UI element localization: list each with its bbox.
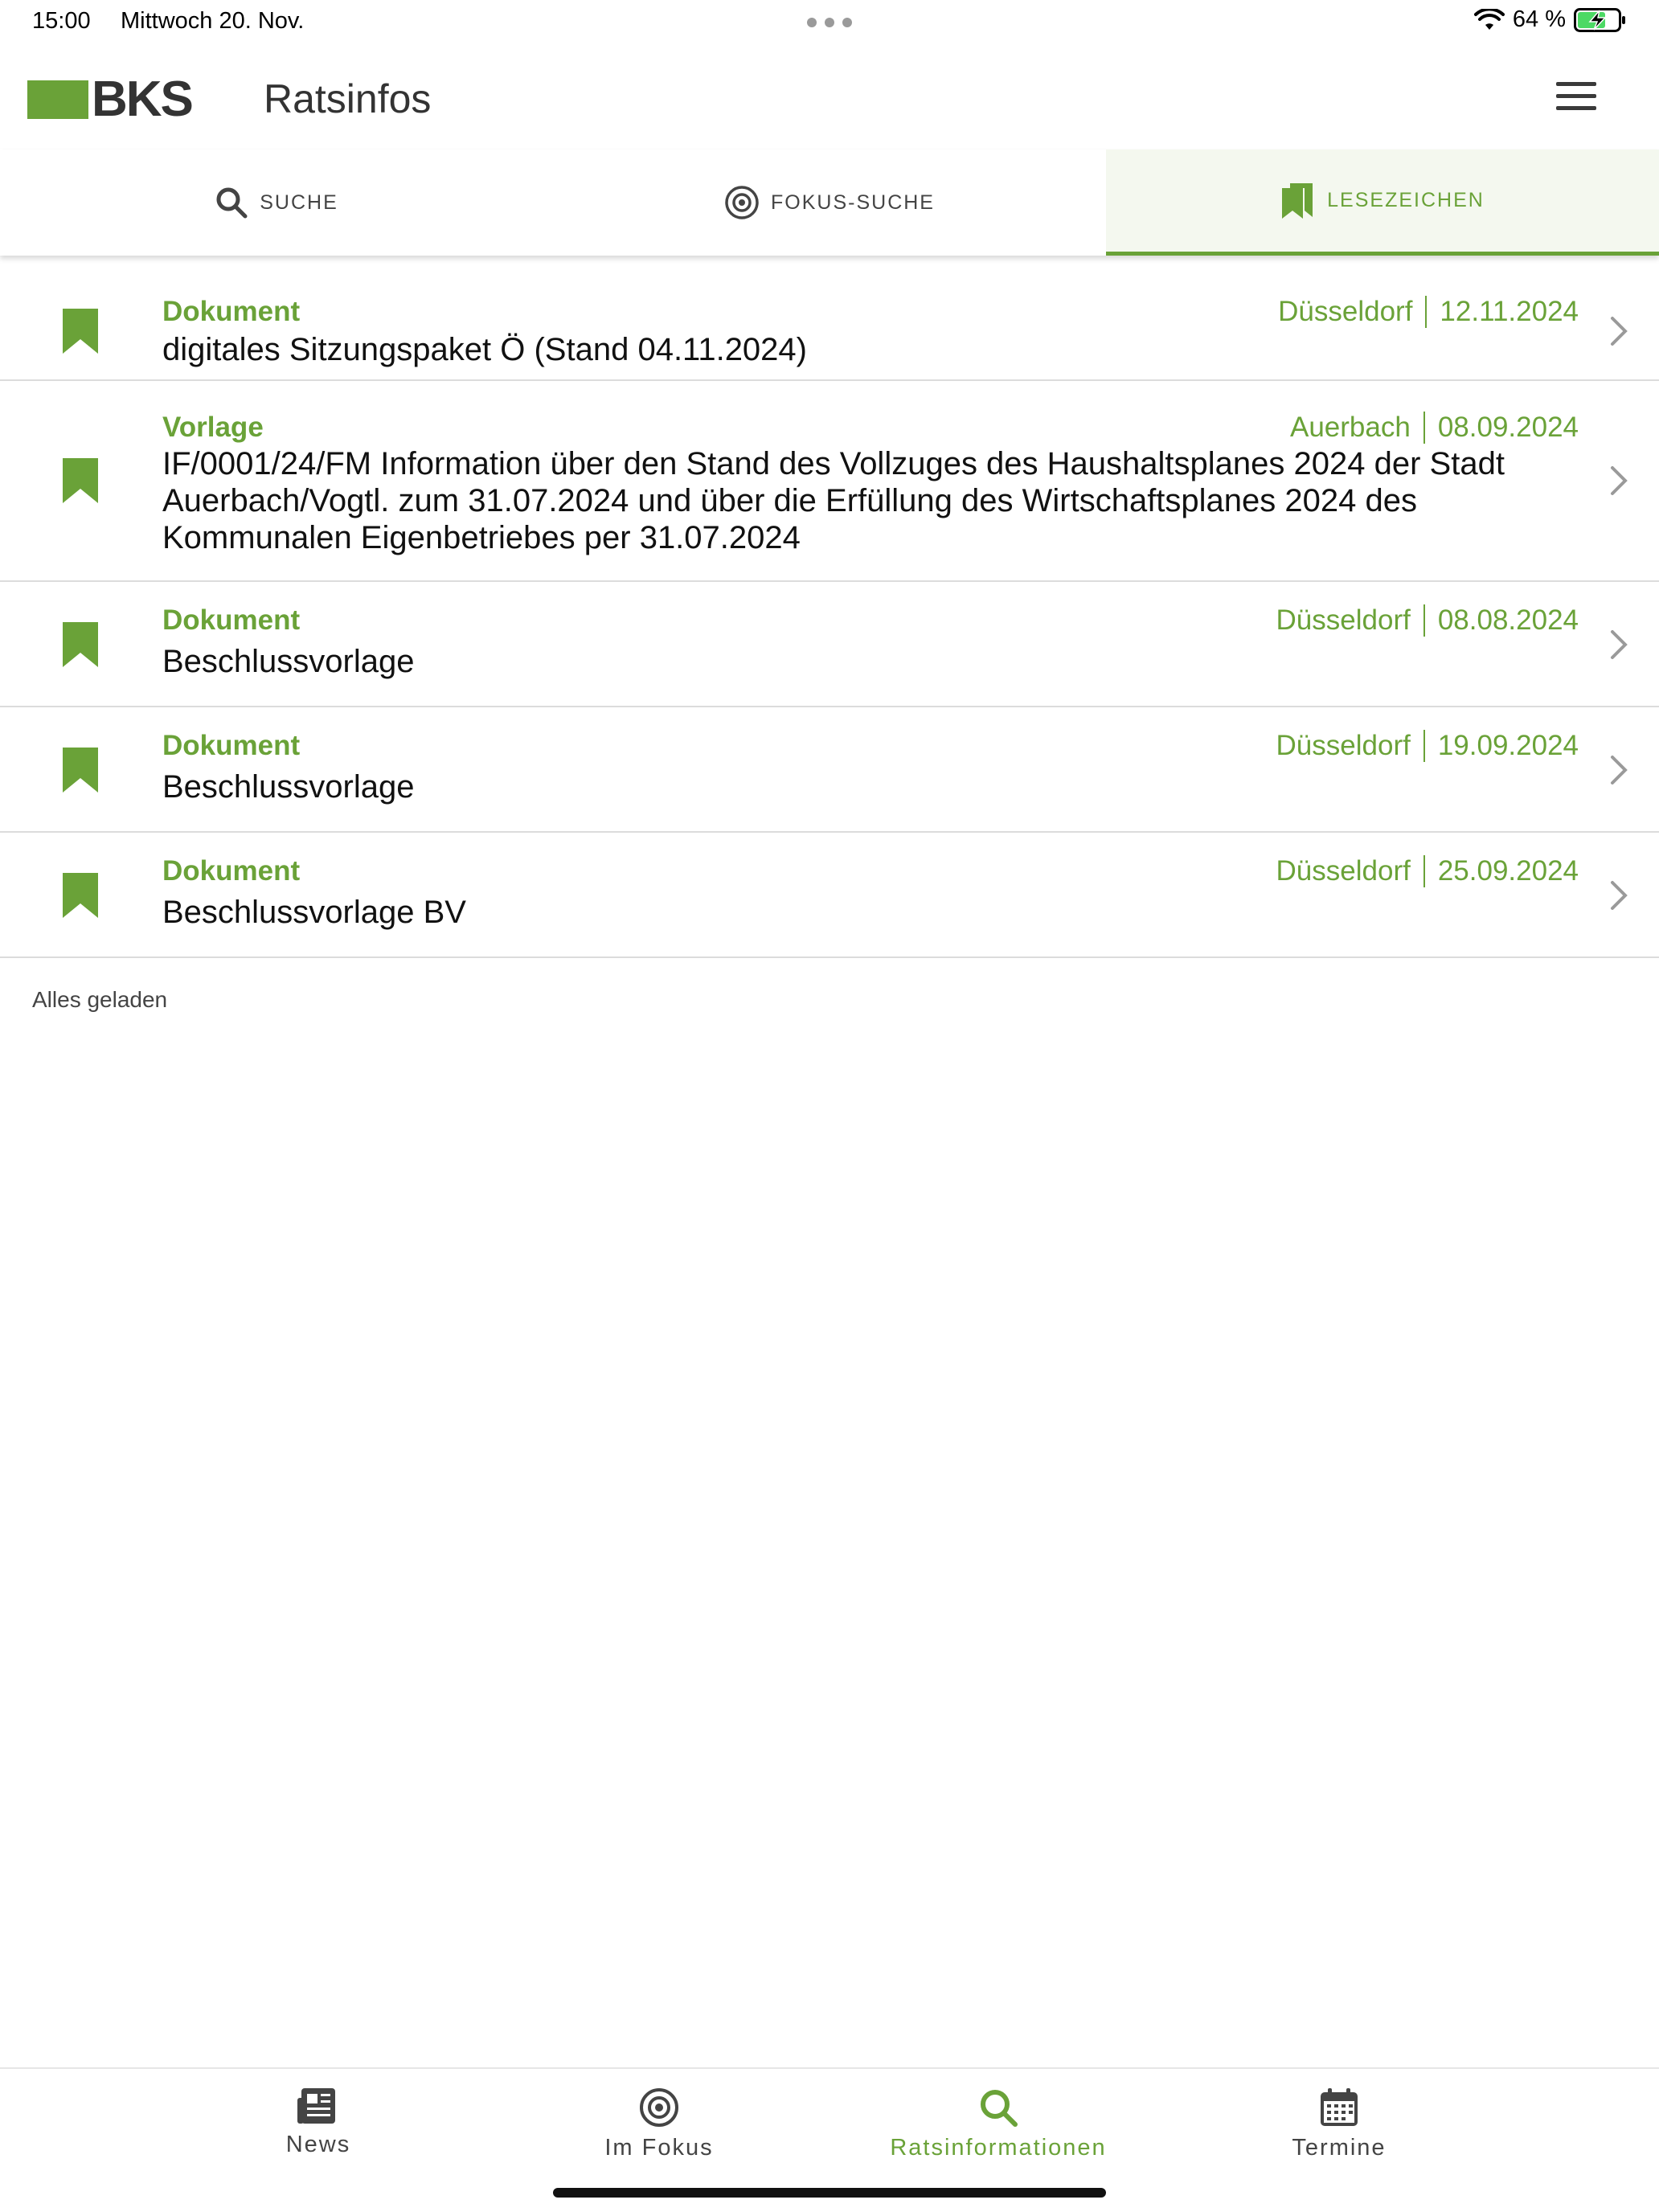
bks-logo[interactable]: BKS (27, 72, 194, 127)
chevron-right-icon[interactable] (1608, 754, 1630, 786)
nav-ratsinformationen[interactable]: Ratsinformationen (878, 2087, 1119, 2161)
bookmarks-icon (1282, 182, 1313, 219)
item-meta: Auerbach 08.09.2024 (1290, 412, 1579, 444)
tab-lesezeichen-label: LESEZEICHEN (1327, 189, 1485, 211)
tab-lesezeichen[interactable]: LESEZEICHEN (1106, 150, 1659, 256)
item-type: Vorlage (162, 412, 264, 443)
tab-fokus-suche[interactable]: FOKUS-SUCHE (553, 150, 1106, 256)
nav-termine[interactable]: Termine (1219, 2087, 1460, 2161)
item-title: Beschlussvorlage BV (162, 895, 466, 930)
item-date: 19.09.2024 (1437, 730, 1579, 761)
page-title: Ratsinfos (264, 76, 432, 121)
chevron-right-icon[interactable] (1608, 879, 1630, 911)
bookmark-list: Dokument Düsseldorf 12.11.2024 digitales … (0, 256, 1659, 958)
item-title: digitales Sitzungspaket Ö (Stand 04.11.2… (162, 332, 807, 367)
logo-green-block (27, 80, 88, 119)
app-header: BKS Ratsinfos (0, 58, 1659, 148)
tab-fokus-suche-label: FOKUS-SUCHE (771, 190, 935, 214)
meta-separator (1423, 412, 1425, 444)
bookmark-icon[interactable] (61, 871, 100, 920)
item-type: Dokument (162, 855, 301, 887)
nav-im-fokus-label: Im Fokus (604, 2135, 714, 2161)
meta-separator (1423, 730, 1425, 762)
item-place: Auerbach (1290, 412, 1411, 443)
search-icon (981, 2090, 1018, 2127)
item-title: Beschlussvorlage (162, 769, 415, 805)
status-date: Mittwoch 20. Nov. (121, 8, 305, 34)
meta-separator (1425, 296, 1428, 328)
calendar-icon (1321, 2088, 1358, 2126)
bookmark-icon[interactable] (61, 307, 100, 355)
nav-ratsinformationen-label: Ratsinformationen (890, 2135, 1107, 2161)
item-date: 25.09.2024 (1437, 855, 1579, 887)
nav-im-fokus[interactable]: Im Fokus (539, 2087, 780, 2161)
newspaper-icon (297, 2088, 335, 2124)
chevron-right-icon[interactable] (1608, 315, 1630, 347)
nav-termine-label: Termine (1292, 2135, 1387, 2161)
status-bar: 15:00 Mittwoch 20. Nov. 64 % (0, 0, 1659, 47)
target-icon (640, 2088, 678, 2127)
target-icon (725, 186, 759, 219)
list-item[interactable]: Dokument Düsseldorf 19.09.2024 Beschlussv… (0, 707, 1659, 833)
logo-text: BKS (92, 72, 194, 127)
item-meta: Düsseldorf 08.08.2024 (1276, 604, 1579, 637)
nav-news[interactable]: News (198, 2087, 439, 2158)
item-place: Düsseldorf (1278, 296, 1413, 327)
list-item[interactable]: Dokument Düsseldorf 12.11.2024 digitales … (0, 256, 1659, 381)
list-status-text: Alles geladen (32, 987, 168, 1012)
battery-percent: 64 % (1512, 6, 1566, 32)
nav-news-label: News (285, 2132, 351, 2157)
tab-suche[interactable]: SUCHE (0, 150, 553, 256)
tab-bar: SUCHE FOKUS-SUCHE LESEZEICHEN (0, 150, 1659, 256)
item-title: Beschlussvorlage (162, 644, 415, 679)
chevron-right-icon[interactable] (1608, 629, 1630, 661)
item-place: Düsseldorf (1276, 730, 1411, 761)
battery-charging-icon (1574, 7, 1625, 32)
item-meta: Düsseldorf 12.11.2024 (1278, 296, 1579, 328)
bookmark-icon[interactable] (61, 746, 100, 794)
list-item[interactable]: Vorlage Auerbach 08.09.2024 IF/0001/24/FM… (0, 381, 1659, 582)
search-icon (216, 187, 248, 219)
meta-separator (1423, 855, 1425, 887)
item-place: Düsseldorf (1276, 604, 1411, 636)
hamburger-menu-icon[interactable] (1556, 82, 1596, 114)
item-type: Dokument (162, 730, 301, 761)
app-screen: 15:00 Mittwoch 20. Nov. 64 % BKS Ratsinf… (0, 0, 1659, 2212)
item-place: Düsseldorf (1276, 855, 1411, 887)
meta-separator (1423, 604, 1425, 637)
bookmark-icon[interactable] (61, 457, 100, 505)
home-indicator[interactable] (553, 2188, 1106, 2198)
status-indicators: 64 % (1473, 6, 1627, 33)
bookmark-icon[interactable] (61, 621, 100, 669)
item-type: Dokument (162, 604, 301, 636)
multitasking-dots-icon[interactable] (807, 18, 852, 27)
wifi-icon (1473, 8, 1505, 30)
item-title: IF/0001/24/FM Information über den Stand… (162, 446, 1505, 555)
list-item[interactable]: Dokument Düsseldorf 25.09.2024 Beschlussv… (0, 833, 1659, 958)
list-item[interactable]: Dokument Düsseldorf 08.08.2024 Beschlussv… (0, 582, 1659, 707)
tab-suche-label: SUCHE (260, 190, 338, 214)
item-date: 08.08.2024 (1437, 604, 1579, 636)
item-date: 12.11.2024 (1440, 296, 1579, 327)
item-meta: Düsseldorf 25.09.2024 (1276, 855, 1579, 887)
item-meta: Düsseldorf 19.09.2024 (1276, 730, 1579, 762)
status-time: 15:00 (32, 8, 91, 34)
chevron-right-icon[interactable] (1608, 465, 1630, 497)
item-date: 08.09.2024 (1437, 412, 1579, 443)
item-type: Dokument (162, 296, 301, 327)
